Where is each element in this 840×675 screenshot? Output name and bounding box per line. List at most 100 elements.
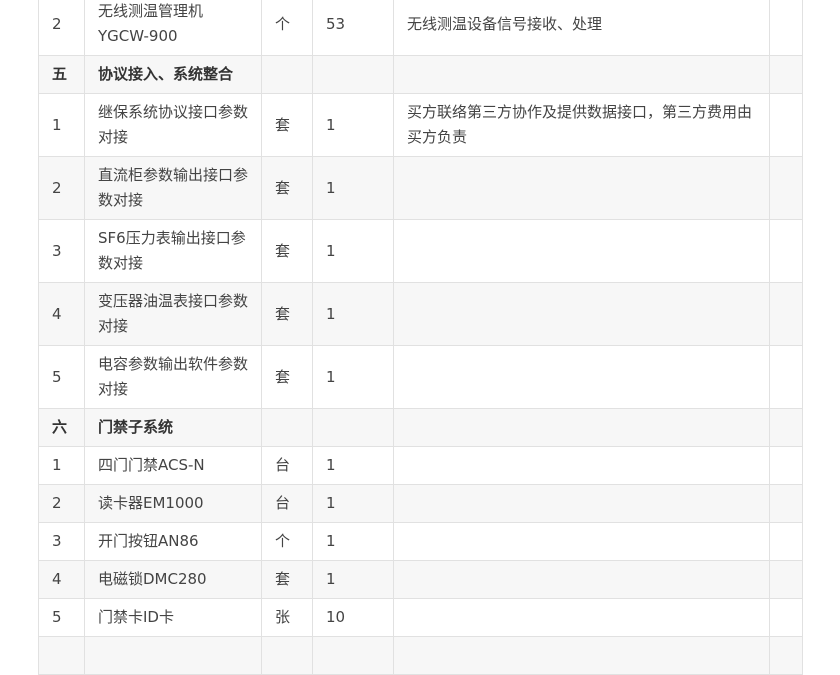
section-number-cell: 六 [38, 408, 85, 447]
quantity-cell: 10 [312, 598, 394, 637]
item-name-cell: 无线测温管理机YGCW-900 [84, 0, 262, 56]
remark-cell [393, 156, 770, 220]
unit-cell: 台 [261, 484, 313, 523]
remark-cell [393, 522, 770, 561]
table-row: 5 门禁卡ID卡张 10 [38, 598, 803, 637]
unit-cell: 套 [261, 282, 313, 346]
unit-cell: 个 [261, 0, 313, 56]
row-number-cell: 2 [38, 156, 85, 220]
extra-cell [769, 484, 803, 523]
quantity-cell: 1 [312, 345, 394, 409]
row-number-cell: 1 [38, 93, 85, 157]
section-title-cell: 协议接入、系统整合 [84, 55, 262, 94]
quantity-cell [312, 408, 394, 447]
unit-cell: 张 [261, 598, 313, 637]
quantity-cell: 1 [312, 446, 394, 485]
quantity-cell: 1 [312, 282, 394, 346]
remark-cell [393, 282, 770, 346]
row-number-cell: 5 [38, 598, 85, 637]
unit-cell: 个 [261, 522, 313, 561]
row-number-cell: 2 [38, 484, 85, 523]
remark-cell: 无线测温设备信号接收、处理 [393, 0, 770, 56]
remark-cell [393, 484, 770, 523]
section-row: 五协议接入、系统整合 [38, 55, 803, 94]
item-name-cell: SF6压力表输出接口参数对接 [84, 219, 262, 283]
quantity-cell: 1 [312, 484, 394, 523]
row-number-cell: 4 [38, 560, 85, 599]
row-number-cell: 3 [38, 522, 85, 561]
extra-cell [769, 446, 803, 485]
table-row: 3 SF6压力表输出接口参数对接套 1 [38, 219, 803, 283]
quantity-cell: 1 [312, 560, 394, 599]
section-title-cell: 门禁子系统 [84, 408, 262, 447]
remark-cell [393, 446, 770, 485]
quantity-cell: 53 [312, 0, 394, 56]
quantity-cell: 1 [312, 219, 394, 283]
unit-cell [261, 636, 313, 675]
item-name-cell: 继保系统协议接口参数对接 [84, 93, 262, 157]
remark-cell [393, 636, 770, 675]
quantity-cell: 1 [312, 522, 394, 561]
extra-cell [769, 0, 803, 56]
table-row: 2 直流柜参数输出接口参数对接套 1 [38, 156, 803, 220]
item-name-cell: 读卡器EM1000 [84, 484, 262, 523]
unit-cell: 套 [261, 345, 313, 409]
item-name-cell: 开门按钮AN86 [84, 522, 262, 561]
table-row [38, 636, 803, 675]
table-row: 2 读卡器EM1000 台 1 [38, 484, 803, 523]
table-row: 1 继保系统协议接口参数对接套 1 买方联络第三方协作及提供数据接口，第三方费用由买方… [38, 93, 803, 157]
table-row: 4 变压器油温表接口参数对接套 1 [38, 282, 803, 346]
unit-cell [261, 408, 313, 447]
remark-cell [393, 560, 770, 599]
remark-cell [393, 598, 770, 637]
extra-cell [769, 598, 803, 637]
item-name-cell: 电容参数输出软件参数对接 [84, 345, 262, 409]
extra-cell [769, 636, 803, 675]
item-name-cell: 电磁锁DMC280 [84, 560, 262, 599]
row-number-cell: 2 [38, 0, 85, 56]
extra-cell [769, 345, 803, 409]
extra-cell [769, 282, 803, 346]
remark-cell [393, 345, 770, 409]
item-name-cell [84, 636, 262, 675]
extra-cell [769, 55, 803, 94]
table-row: 3 开门按钮AN86 个 1 [38, 522, 803, 561]
extra-cell [769, 219, 803, 283]
section-number-cell: 五 [38, 55, 85, 94]
unit-cell: 套 [261, 156, 313, 220]
quantity-cell [312, 55, 394, 94]
table-row: 1 四门门禁ACS-N 台 1 [38, 446, 803, 485]
item-name-cell: 直流柜参数输出接口参数对接 [84, 156, 262, 220]
row-number-cell: 5 [38, 345, 85, 409]
remark-cell [393, 219, 770, 283]
extra-cell [769, 93, 803, 157]
table-row: 4 电磁锁DMC280 套 1 [38, 560, 803, 599]
row-number-cell [38, 636, 85, 675]
unit-cell [261, 55, 313, 94]
extra-cell [769, 522, 803, 561]
unit-cell: 台 [261, 446, 313, 485]
section-row: 六门禁子系统 [38, 408, 803, 447]
item-name-cell: 变压器油温表接口参数对接 [84, 282, 262, 346]
item-name-cell: 四门门禁ACS-N [84, 446, 262, 485]
quantity-cell: 1 [312, 156, 394, 220]
row-number-cell: 4 [38, 282, 85, 346]
table-row: 2 无线测温管理机YGCW-900 个 53 无线测温设备信号接收、处理 [38, 0, 803, 56]
unit-cell: 套 [261, 219, 313, 283]
equipment-list-table: 2 无线测温管理机YGCW-900 个 53 无线测温设备信号接收、处理五协议接入、系统… [38, 0, 803, 675]
remark-cell [393, 55, 770, 94]
remark-cell [393, 408, 770, 447]
quantity-cell: 1 [312, 93, 394, 157]
table-row: 5 电容参数输出软件参数对接套 1 [38, 345, 803, 409]
unit-cell: 套 [261, 93, 313, 157]
equipment-list-body: 2 无线测温管理机YGCW-900 个 53 无线测温设备信号接收、处理五协议接入、系统… [38, 0, 803, 675]
extra-cell [769, 408, 803, 447]
extra-cell [769, 156, 803, 220]
row-number-cell: 3 [38, 219, 85, 283]
remark-cell: 买方联络第三方协作及提供数据接口，第三方费用由买方负责 [393, 93, 770, 157]
quantity-cell [312, 636, 394, 675]
row-number-cell: 1 [38, 446, 85, 485]
item-name-cell: 门禁卡ID卡 [84, 598, 262, 637]
extra-cell [769, 560, 803, 599]
equipment-list-table-wrapper: 2 无线测温管理机YGCW-900 个 53 无线测温设备信号接收、处理五协议接入、系统… [38, 0, 803, 675]
